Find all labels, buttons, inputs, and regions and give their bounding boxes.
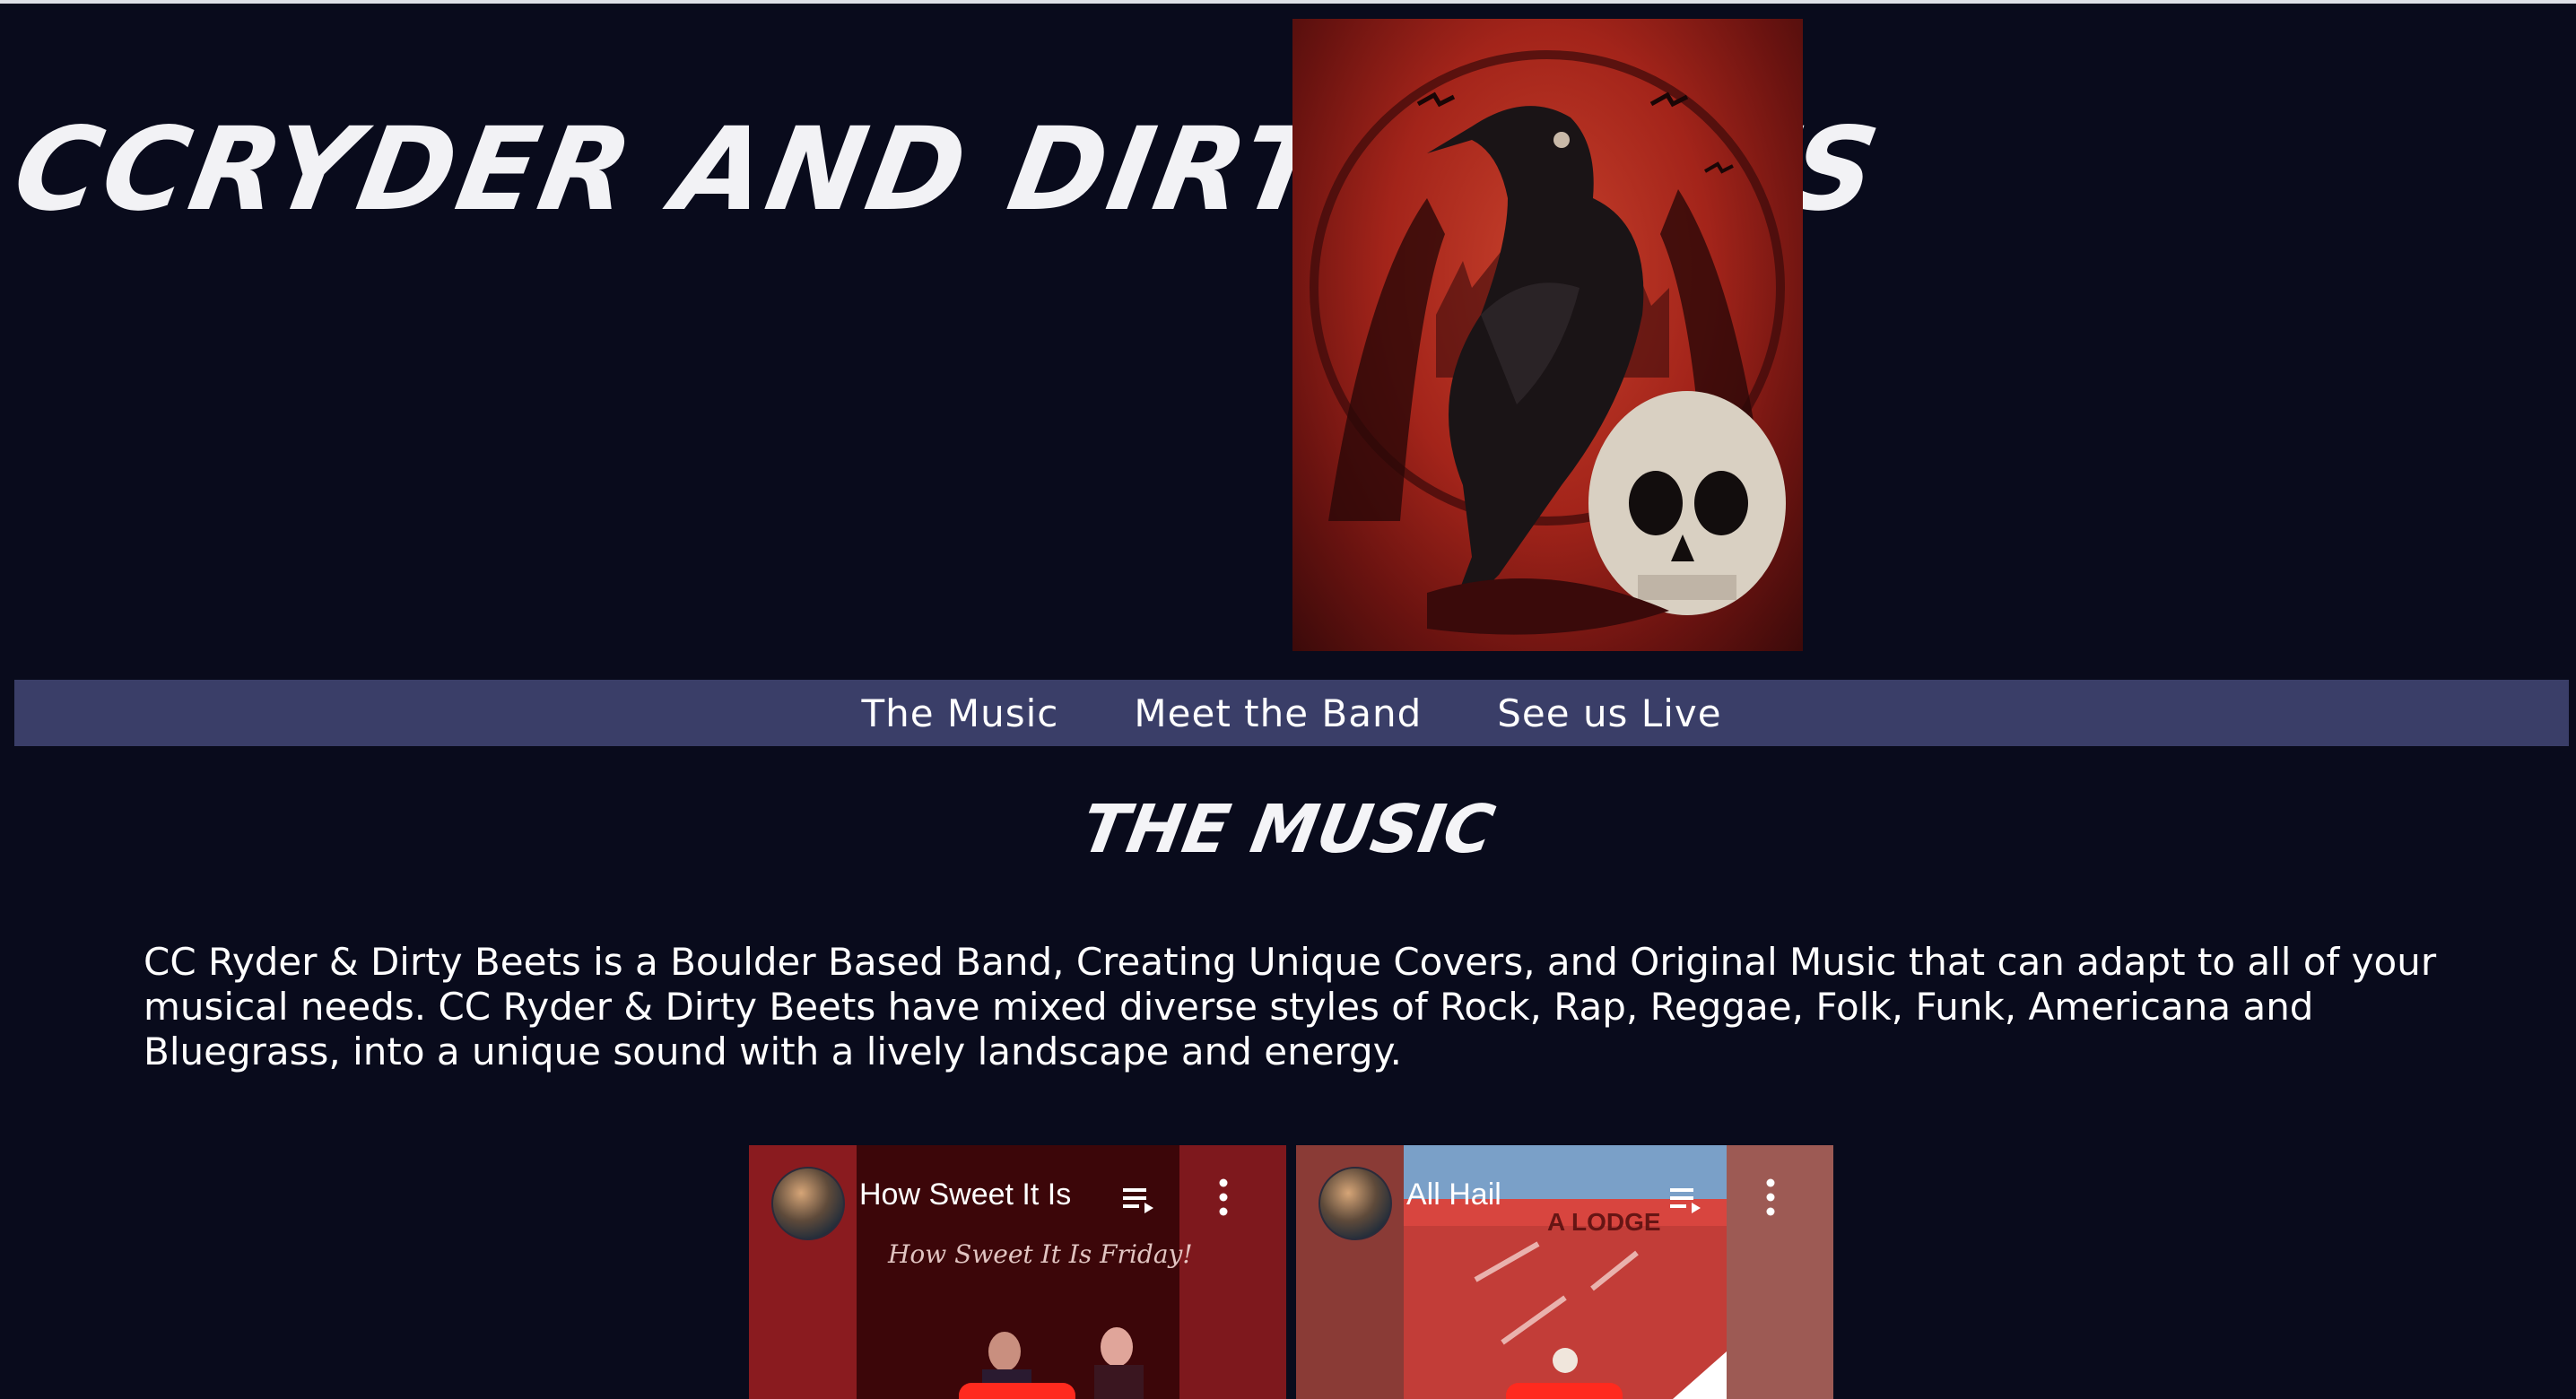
nav-meet-the-band[interactable]: Meet the Band (1134, 691, 1422, 735)
nav-see-us-live[interactable]: See us Live (1497, 691, 1721, 735)
video-title[interactable]: All Hail (1406, 1177, 1501, 1212)
playlist-queue-icon[interactable] (1670, 1185, 1702, 1213)
channel-avatar[interactable] (1318, 1167, 1392, 1240)
video-title[interactable]: How Sweet It Is (859, 1177, 1071, 1212)
play-button[interactable] (1506, 1383, 1623, 1399)
nav-the-music[interactable]: The Music (861, 691, 1058, 735)
more-options-icon[interactable] (1217, 1177, 1230, 1217)
video-caption-overlay: How Sweet It Is Friday! (888, 1239, 1193, 1269)
section-title-text: THE MUSIC (1075, 791, 1501, 868)
band-description: CC Ryder & Dirty Beets is a Boulder Base… (144, 940, 2437, 1073)
hero-artwork-raven-skull (1292, 19, 1803, 651)
playlist-queue-icon[interactable] (1123, 1185, 1155, 1213)
more-options-icon[interactable] (1764, 1177, 1777, 1217)
channel-avatar[interactable] (771, 1167, 845, 1240)
band-logo-title: CCRYDER AND DIRTY BEETS (4, 103, 1891, 237)
raven-skull-illustration (1310, 50, 1786, 635)
video-embed-all-hail[interactable]: All Hail A LODGE (1296, 1145, 1833, 1399)
main-nav: The Music Meet the Band See us Live (14, 680, 2569, 746)
section-title: THE MUSIC (0, 780, 2576, 879)
top-border (0, 0, 2576, 4)
play-button[interactable] (959, 1383, 1075, 1399)
video-caption-overlay: A LODGE (1547, 1208, 1661, 1236)
video-embed-how-sweet-it-is[interactable]: How Sweet It Is How Sweet It Is Friday! (749, 1145, 1286, 1399)
